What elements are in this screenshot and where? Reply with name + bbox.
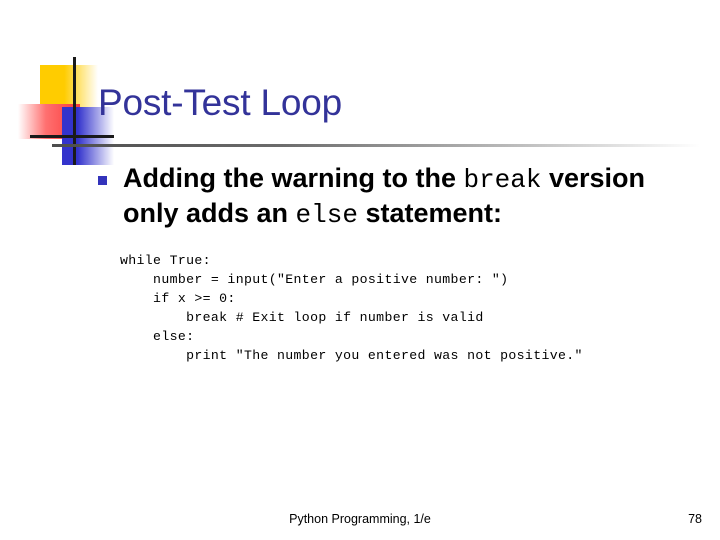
bullet-marker-icon	[98, 176, 107, 185]
logo-vertical-line	[73, 57, 76, 165]
logo-horizontal-line	[30, 135, 114, 138]
bullet-text-segment-1: Adding the warning to the	[123, 163, 464, 193]
code-block: while True: number = input("Enter a posi…	[120, 253, 583, 364]
slide: Post-Test Loop Adding the warning to the…	[0, 0, 720, 540]
footer-page-number: 78	[688, 512, 702, 526]
bullet-item: Adding the warning to the break version …	[98, 162, 688, 232]
bullet-item-label: Adding the warning to the break version …	[123, 162, 688, 232]
page-title: Post-Test Loop	[98, 82, 343, 123]
title-divider	[52, 144, 700, 147]
bullet-text-segment-3: statement:	[357, 197, 502, 228]
bullet-keyword-break: break	[463, 165, 542, 195]
bullet-keyword-else: else	[295, 199, 358, 230]
footer-source: Python Programming, 1/e	[289, 512, 431, 526]
